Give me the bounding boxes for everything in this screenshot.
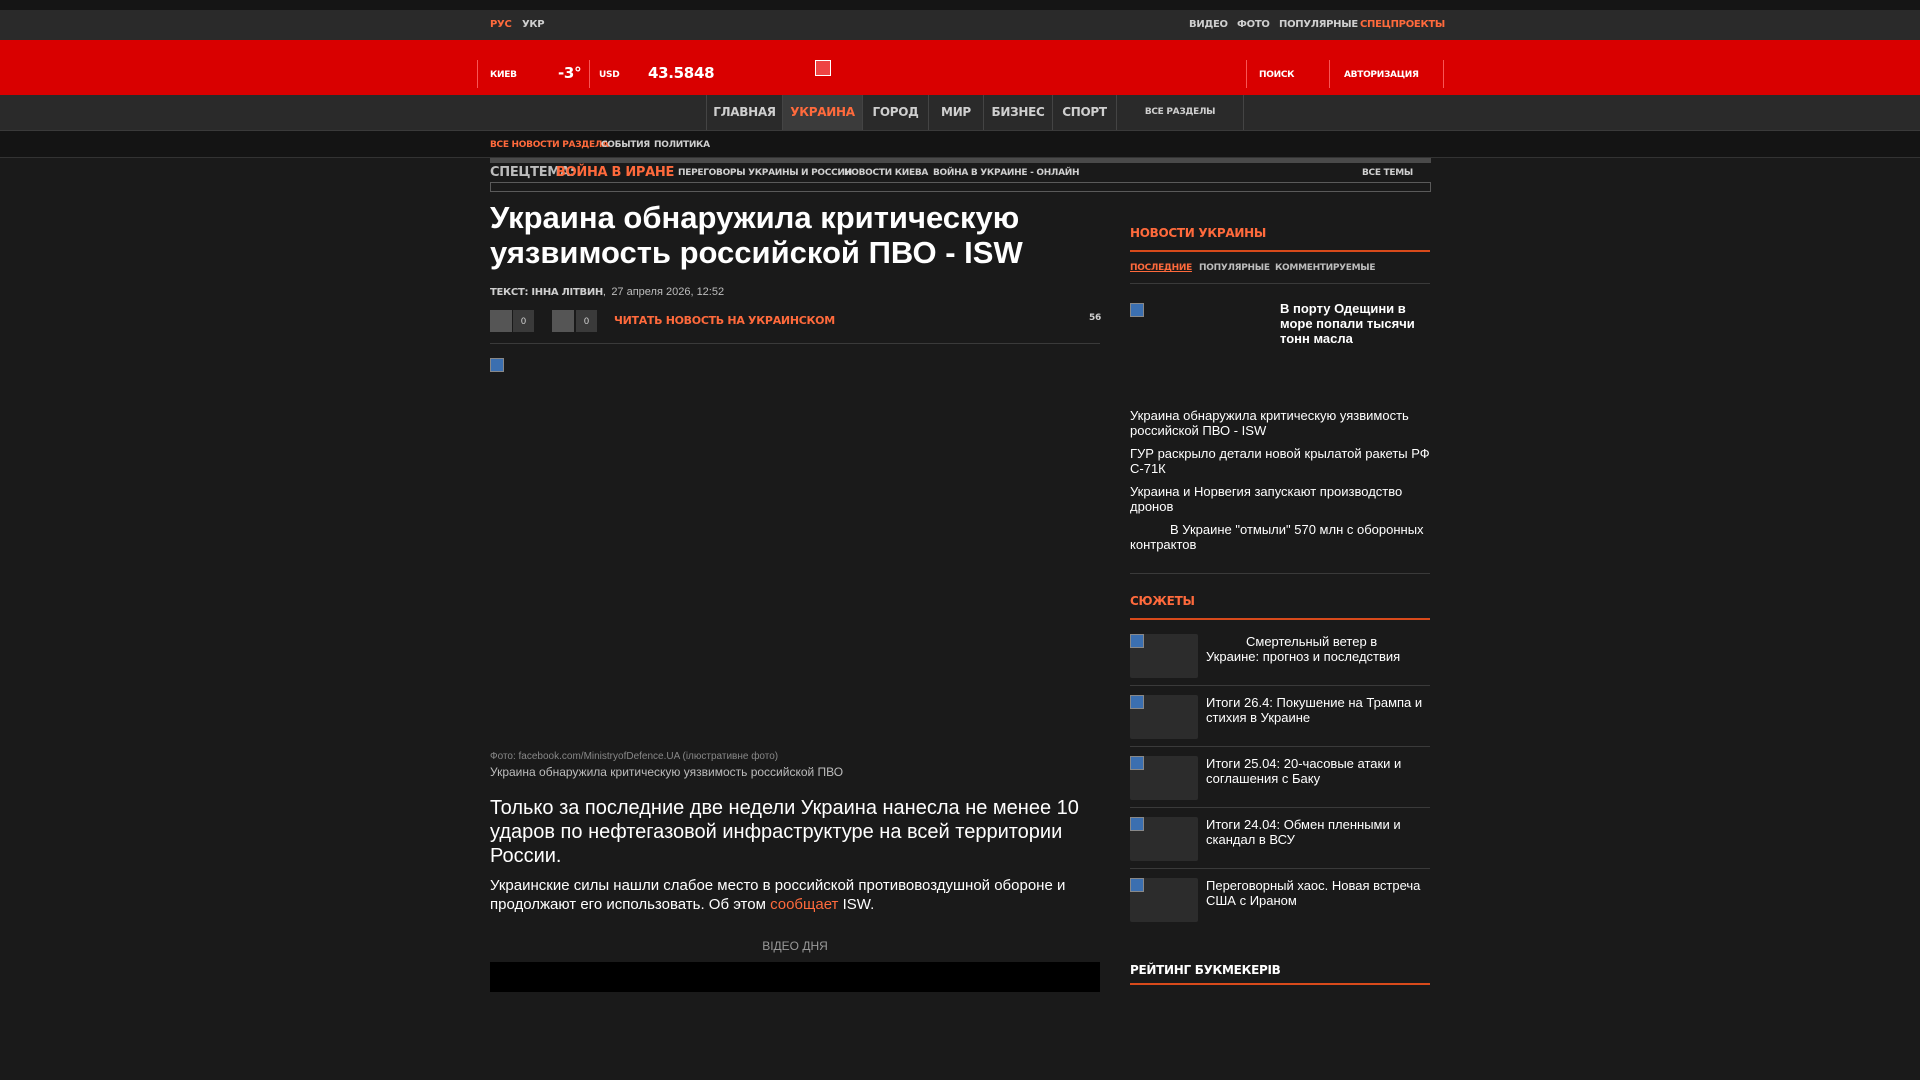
top-bar: РУС УКР ВИДЕО ФОТО ПОПУЛЯРНЫЕ СПЕЦПРОЕКТ… [0,10,1920,40]
story-thumbnail[interactable] [1130,756,1198,800]
nav-popular-link[interactable]: ПОПУЛЯРНЫЕ [1279,19,1358,30]
sub-nav: ВСЕ НОВОСТИ РАЗДЕЛА СОБЫТИЯ ПОЛИТИКА [0,131,1920,158]
tab-popular[interactable]: ПОПУЛЯРНЫЕ [1199,263,1270,273]
currency-label: USD [599,70,620,80]
main-nav: ГЛАВНАЯ УКРАИНА ГОРОД МИР БИЗНЕС СПОРТ В… [0,95,1920,131]
special-topic-title[interactable]: ВОЙНА В ИРАНЕ [556,165,674,180]
nav-photo-link[interactable]: ФОТО [1237,19,1270,30]
subnav-events[interactable]: СОБЫТИЯ [601,140,650,150]
nav-item-sport[interactable]: СПОРТ [1052,95,1116,130]
lang-ru-link[interactable]: РУС [490,19,512,30]
special-topic-link[interactable]: ПЕРЕГОВОРЫ УКРАИНЫ И РОССИИ [678,168,852,178]
divider [1130,283,1430,284]
photo-caption: Украина обнаружила критическую уязвимост… [490,765,844,779]
body-text: ISW. [838,896,875,913]
image-placeholder-icon [490,358,504,372]
nav-video-link[interactable]: ВИДЕО [1189,19,1228,30]
city-label: КИЕВ [490,70,517,80]
nav-item-ukraine[interactable]: УКРАИНА [782,95,862,130]
special-topic-box [490,182,1431,192]
divider [1246,60,1247,88]
source-link[interactable]: сообщает [770,896,838,913]
video-of-day-label: ВІДЕО ДНЯ [762,939,828,953]
divider [1130,807,1430,808]
currency-rate: 43.5848 [648,64,715,82]
nav-item-business[interactable]: БИЗНЕС [983,95,1052,130]
news-section-title[interactable]: НОВОСТИ УКРАИНЫ [1130,226,1266,240]
divider [1130,746,1430,747]
all-topics-link[interactable]: ВСЕ ТЕМЫ [1362,168,1413,178]
article: Украина обнаружила критическую уязвимост… [490,200,1100,270]
special-topic-link[interactable]: ВОЙНА В УКРАИНЕ - ОНЛАЙН [933,168,1080,178]
article-meta: ТЕКСТ: ІННА ЛІТВИН, 27 апреля 2026, 12:5… [490,282,1100,298]
subnav-politics[interactable]: ПОЛИТИКА [654,140,710,150]
section-underline [1130,983,1430,985]
special-topic-bar: СПЕЦТЕМА: ВОЙНА В ИРАНЕ ПЕРЕГОВОРЫ УКРАИ… [490,158,1431,192]
story-thumbnail[interactable] [1130,878,1198,922]
divider [477,60,478,88]
like-count: 0 [513,310,534,332]
tab-latest[interactable]: ПОСЛЕДНИЕ [1130,263,1192,273]
article-author[interactable]: ТЕКСТ: ІННА ЛІТВИН [490,287,603,298]
story-thumbnail[interactable] [1130,634,1198,678]
news-list-item[interactable]: ГУР раскрыло детали новой крылатой ракет… [1130,446,1430,476]
dislike-count: 0 [576,310,597,332]
article-lead: Только за последние две недели Украина н… [490,797,1079,867]
views-count: 56 [1089,313,1101,323]
news-list-item[interactable]: Украина обнаружила критическую уязвимост… [1130,408,1430,438]
article-title: Украина обнаружила критическую уязвимост… [490,200,1023,270]
section-underline [1130,250,1430,252]
story-item[interactable]: Итоги 26.4: Покушение на Трампа и стихия… [1206,695,1430,725]
story-item[interactable]: Итоги 25.04: 20-часовые атаки и соглашен… [1206,756,1430,786]
article-image [490,358,1100,744]
divider [1443,60,1444,88]
special-topic-link[interactable]: НОВОСТИ КИЕВА [844,168,928,178]
header-bar: КИЕВ -3° USD 43.5848 ПОИСК АВТОРИЗАЦИЯ [0,40,1920,95]
subnav-all-news[interactable]: ВСЕ НОВОСТИ РАЗДЕЛА [490,140,609,150]
image-placeholder-icon [1130,756,1144,770]
story-thumbnail[interactable] [1130,695,1198,739]
nav-item-all-sections[interactable]: ВСЕ РАЗДЕЛЫ [1116,95,1244,130]
dislike-icon[interactable] [552,310,574,332]
divider [1130,685,1430,686]
bookmakers-rating-title[interactable]: РЕЙТИНГ БУКМЕКЕРІВ [1130,963,1281,977]
story-item[interactable]: Переговорный хаос. Новая встреча США с И… [1206,878,1430,908]
auth-button[interactable]: АВТОРИЗАЦИЯ [1344,70,1419,80]
story-thumbnail[interactable] [1130,817,1198,861]
video-player[interactable] [490,962,1100,992]
story-item[interactable]: Итоги 24.04: Обмен пленными и скандал в … [1206,817,1430,847]
special-topic-top-line [490,158,1431,163]
nav-item-world[interactable]: МИР [928,95,983,130]
lang-ua-link[interactable]: УКР [522,19,545,30]
top-strip [0,0,1920,10]
tab-commented[interactable]: КОММЕНТИРУЕМЫЕ [1275,263,1375,273]
nav-item-city[interactable]: ГОРОД [862,95,928,130]
divider [1130,573,1430,574]
site-logo-icon[interactable] [815,60,831,76]
like-icon[interactable] [490,310,512,332]
search-button[interactable]: ПОИСК [1259,70,1294,80]
divider [490,343,1100,344]
featured-news-title[interactable]: В порту Одещини в море попали тысячи тон… [1280,301,1428,346]
nav-item-main[interactable]: ГЛАВНАЯ [706,95,782,130]
divider [1130,868,1430,869]
stories-section-title[interactable]: СЮЖЕТЫ [1130,594,1195,608]
featured-news-image-icon[interactable] [1130,303,1144,317]
temperature-value: -3° [558,64,582,82]
nav-specprojects-link[interactable]: СПЕЦПРОЕКТЫ [1360,19,1445,30]
news-list-item[interactable]: Украина и Норвегия запускают производств… [1130,484,1430,514]
read-ukrainian-link[interactable]: ЧИТАТЬ НОВОСТЬ НА УКРАИНСКОМ [614,314,835,327]
divider [1329,60,1330,88]
article-body: Украинские силы нашли слабое место в рос… [490,876,1100,914]
article-date: 27 апреля 2026, 12:52 [611,286,725,298]
section-underline [1130,618,1430,620]
image-placeholder-icon [1130,695,1144,709]
image-placeholder-icon [1130,817,1144,831]
story-item[interactable]: Смертельный ветер в Украине: прогноз и п… [1206,634,1430,664]
image-placeholder-icon [1130,634,1144,648]
divider [589,60,590,88]
news-list-item[interactable]: В Украине "отмыли" 570 млн с оборонных к… [1130,522,1430,552]
image-placeholder-icon [1130,878,1144,892]
photo-credit: Фото: facebook.com/MinistryofDefence.UA … [490,751,779,762]
